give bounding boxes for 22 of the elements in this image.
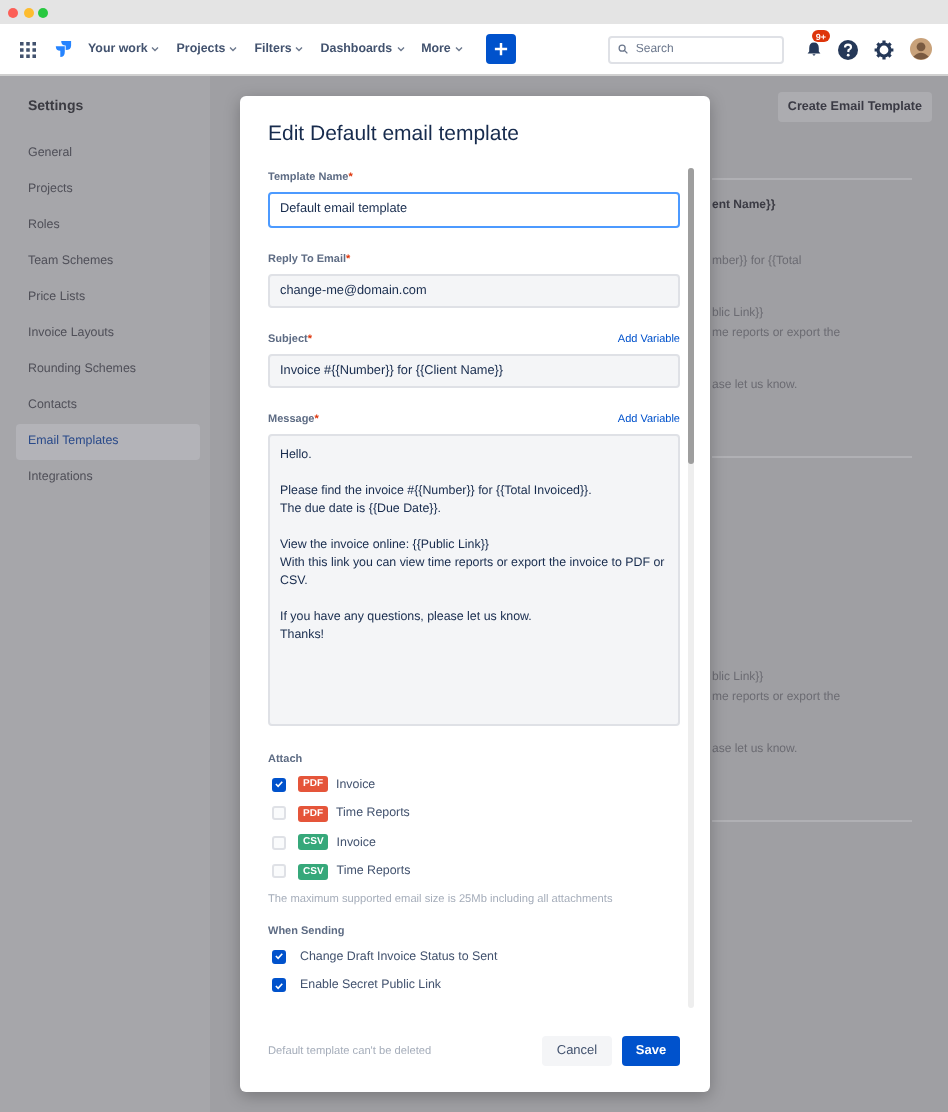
notification-bell-icon[interactable] (805, 40, 822, 58)
settings-icon[interactable] (873, 39, 894, 59)
caret-icon (294, 46, 305, 52)
help-icon[interactable] (837, 39, 858, 59)
create-button[interactable] (485, 34, 516, 64)
caret-icon (150, 46, 161, 52)
plus-icon (493, 42, 508, 56)
checkbox[interactable] (272, 777, 286, 792)
app-grid-icon[interactable] (20, 41, 36, 57)
logo-icon[interactable] (54, 40, 72, 58)
dialog-title: Edit Default email template (266, 120, 521, 150)
checkbox[interactable] (272, 978, 286, 993)
maximize-window-dot[interactable] (38, 7, 48, 17)
search-icon (617, 44, 628, 54)
scrollbar[interactable] (688, 168, 694, 1008)
caret-icon (395, 46, 406, 52)
checkbox[interactable] (272, 949, 286, 964)
caret-icon (453, 46, 464, 52)
minimize-window-dot[interactable] (23, 7, 33, 17)
caret-icon (228, 46, 239, 52)
avatar-icon[interactable] (909, 38, 932, 60)
close-window-dot[interactable] (8, 7, 18, 17)
